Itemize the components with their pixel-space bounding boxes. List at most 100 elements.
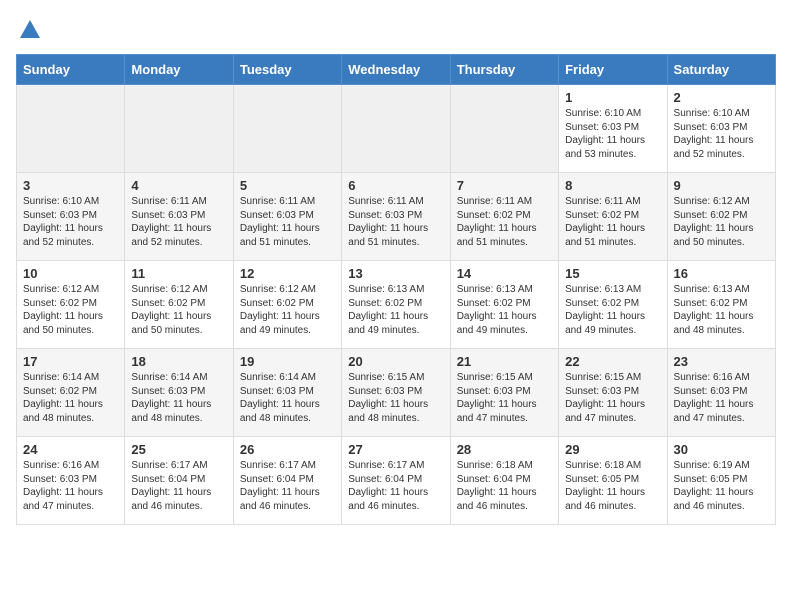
day-info: Sunrise: 6:10 AM Sunset: 6:03 PM Dayligh… — [23, 195, 118, 249]
day-number: 3 — [23, 178, 118, 193]
calendar-cell: 21Sunrise: 6:15 AM Sunset: 6:03 PM Dayli… — [450, 349, 558, 437]
calendar-cell: 20 Sunrise: 6:15 AM Sunset: 6:03 PM Dayli… — [342, 349, 450, 437]
calendar-week-row: 1 Sunrise: 6:10 AM Sunset: 6:03 PM Daylig… — [17, 85, 776, 173]
day-info: Sunrise: 6:14 AM Sunset: 6:02 PM Dayligh… — [23, 371, 118, 425]
calendar-cell: 14 Sunrise: 6:13 AM Sunset: 6:02 PM Dayli… — [450, 261, 558, 349]
calendar-cell: 27 Sunrise: 6:17 AM Sunset: 6:04 PM Dayli… — [342, 437, 450, 525]
day-number: 29 — [565, 442, 660, 457]
day-number: 25 — [131, 442, 226, 457]
calendar-cell: 19 Sunrise: 6:14 AM Sunset: 6:03 PM Dayli… — [233, 349, 341, 437]
calendar-cell: 8Sunrise: 6:11 AM Sunset: 6:02 PM Daylig… — [559, 173, 667, 261]
day-number: 30 — [674, 442, 769, 457]
day-number: 17 — [23, 354, 118, 369]
day-info: Sunrise: 6:15 AM Sunset: 6:03 PM Dayligh… — [457, 371, 552, 425]
calendar-week-row: 24Sunrise: 6:16 AM Sunset: 6:03 PM Dayli… — [17, 437, 776, 525]
calendar-cell — [233, 85, 341, 173]
calendar-cell: 23 Sunrise: 6:16 AM Sunset: 6:03 PM Dayli… — [667, 349, 775, 437]
day-number: 16 — [674, 266, 769, 281]
day-info: Sunrise: 6:15 AM Sunset: 6:03 PM Dayligh… — [565, 371, 660, 425]
day-number: 6 — [348, 178, 443, 193]
day-number: 9 — [674, 178, 769, 193]
day-number: 20 — [348, 354, 443, 369]
day-number: 14 — [457, 266, 552, 281]
calendar-cell: 9 Sunrise: 6:12 AM Sunset: 6:02 PM Daylig… — [667, 173, 775, 261]
day-number: 2 — [674, 90, 769, 105]
calendar-cell: 18Sunrise: 6:14 AM Sunset: 6:03 PM Dayli… — [125, 349, 233, 437]
calendar-cell: 17 Sunrise: 6:14 AM Sunset: 6:02 PM Dayli… — [17, 349, 125, 437]
day-info: Sunrise: 6:13 AM Sunset: 6:02 PM Dayligh… — [457, 283, 552, 337]
calendar-cell — [125, 85, 233, 173]
day-info: Sunrise: 6:19 AM Sunset: 6:05 PM Dayligh… — [674, 459, 769, 513]
calendar-cell: 16 Sunrise: 6:13 AM Sunset: 6:02 PM Dayli… — [667, 261, 775, 349]
calendar-week-row: 3 Sunrise: 6:10 AM Sunset: 6:03 PM Daylig… — [17, 173, 776, 261]
weekday-header: Tuesday — [233, 55, 341, 85]
day-info: Sunrise: 6:12 AM Sunset: 6:02 PM Dayligh… — [240, 283, 335, 337]
day-info: Sunrise: 6:12 AM Sunset: 6:02 PM Dayligh… — [131, 283, 226, 337]
weekday-header: Thursday — [450, 55, 558, 85]
day-info: Sunrise: 6:11 AM Sunset: 6:02 PM Dayligh… — [457, 195, 552, 249]
calendar-cell: 1 Sunrise: 6:10 AM Sunset: 6:03 PM Daylig… — [559, 85, 667, 173]
day-info: Sunrise: 6:13 AM Sunset: 6:02 PM Dayligh… — [348, 283, 443, 337]
day-number: 27 — [348, 442, 443, 457]
day-number: 13 — [348, 266, 443, 281]
day-info: Sunrise: 6:10 AM Sunset: 6:03 PM Dayligh… — [565, 107, 660, 161]
day-number: 10 — [23, 266, 118, 281]
day-info: Sunrise: 6:18 AM Sunset: 6:04 PM Dayligh… — [457, 459, 552, 513]
calendar-cell: 5Sunrise: 6:11 AM Sunset: 6:03 PM Daylig… — [233, 173, 341, 261]
calendar-week-row: 17 Sunrise: 6:14 AM Sunset: 6:02 PM Dayli… — [17, 349, 776, 437]
day-info: Sunrise: 6:17 AM Sunset: 6:04 PM Dayligh… — [240, 459, 335, 513]
day-info: Sunrise: 6:13 AM Sunset: 6:02 PM Dayligh… — [565, 283, 660, 337]
calendar-cell — [342, 85, 450, 173]
calendar-cell: 6 Sunrise: 6:11 AM Sunset: 6:03 PM Daylig… — [342, 173, 450, 261]
weekday-header: Sunday — [17, 55, 125, 85]
calendar-cell — [450, 85, 558, 173]
day-info: Sunrise: 6:11 AM Sunset: 6:03 PM Dayligh… — [240, 195, 335, 249]
day-info: Sunrise: 6:17 AM Sunset: 6:04 PM Dayligh… — [131, 459, 226, 513]
calendar-cell: 26Sunrise: 6:17 AM Sunset: 6:04 PM Dayli… — [233, 437, 341, 525]
page-header — [16, 16, 776, 44]
calendar-cell: 29 Sunrise: 6:18 AM Sunset: 6:05 PM Dayli… — [559, 437, 667, 525]
calendar-week-row: 10 Sunrise: 6:12 AM Sunset: 6:02 PM Dayli… — [17, 261, 776, 349]
weekday-header: Monday — [125, 55, 233, 85]
weekday-header: Saturday — [667, 55, 775, 85]
day-info: Sunrise: 6:10 AM Sunset: 6:03 PM Dayligh… — [674, 107, 769, 161]
day-info: Sunrise: 6:11 AM Sunset: 6:03 PM Dayligh… — [348, 195, 443, 249]
day-number: 24 — [23, 442, 118, 457]
day-info: Sunrise: 6:18 AM Sunset: 6:05 PM Dayligh… — [565, 459, 660, 513]
calendar-cell: 4Sunrise: 6:11 AM Sunset: 6:03 PM Daylig… — [125, 173, 233, 261]
calendar-cell: 7 Sunrise: 6:11 AM Sunset: 6:02 PM Daylig… — [450, 173, 558, 261]
day-number: 11 — [131, 266, 226, 281]
day-info: Sunrise: 6:14 AM Sunset: 6:03 PM Dayligh… — [240, 371, 335, 425]
calendar-cell: 30 Sunrise: 6:19 AM Sunset: 6:05 PM Dayli… — [667, 437, 775, 525]
day-number: 12 — [240, 266, 335, 281]
calendar-cell — [17, 85, 125, 173]
day-info: Sunrise: 6:14 AM Sunset: 6:03 PM Dayligh… — [131, 371, 226, 425]
calendar-cell: 2 Sunrise: 6:10 AM Sunset: 6:03 PM Daylig… — [667, 85, 775, 173]
day-number: 19 — [240, 354, 335, 369]
calendar-cell: 28 Sunrise: 6:18 AM Sunset: 6:04 PM Dayli… — [450, 437, 558, 525]
calendar-cell: 15 Sunrise: 6:13 AM Sunset: 6:02 PM Dayli… — [559, 261, 667, 349]
day-number: 7 — [457, 178, 552, 193]
calendar-cell: 22 Sunrise: 6:15 AM Sunset: 6:03 PM Dayli… — [559, 349, 667, 437]
logo — [16, 16, 46, 44]
day-number: 28 — [457, 442, 552, 457]
logo-icon — [16, 16, 44, 44]
day-number: 1 — [565, 90, 660, 105]
calendar-header-row: SundayMondayTuesdayWednesdayThursdayFrid… — [17, 55, 776, 85]
day-info: Sunrise: 6:11 AM Sunset: 6:03 PM Dayligh… — [131, 195, 226, 249]
calendar-cell: 11 Sunrise: 6:12 AM Sunset: 6:02 PM Dayli… — [125, 261, 233, 349]
day-number: 8 — [565, 178, 660, 193]
calendar-cell: 12 Sunrise: 6:12 AM Sunset: 6:02 PM Dayli… — [233, 261, 341, 349]
calendar-table: SundayMondayTuesdayWednesdayThursdayFrid… — [16, 54, 776, 525]
day-info: Sunrise: 6:15 AM Sunset: 6:03 PM Dayligh… — [348, 371, 443, 425]
day-number: 23 — [674, 354, 769, 369]
day-info: Sunrise: 6:13 AM Sunset: 6:02 PM Dayligh… — [674, 283, 769, 337]
day-number: 22 — [565, 354, 660, 369]
day-info: Sunrise: 6:16 AM Sunset: 6:03 PM Dayligh… — [674, 371, 769, 425]
calendar-cell: 24Sunrise: 6:16 AM Sunset: 6:03 PM Dayli… — [17, 437, 125, 525]
day-number: 15 — [565, 266, 660, 281]
weekday-header: Friday — [559, 55, 667, 85]
day-info: Sunrise: 6:12 AM Sunset: 6:02 PM Dayligh… — [674, 195, 769, 249]
calendar-cell: 25 Sunrise: 6:17 AM Sunset: 6:04 PM Dayli… — [125, 437, 233, 525]
day-info: Sunrise: 6:17 AM Sunset: 6:04 PM Dayligh… — [348, 459, 443, 513]
